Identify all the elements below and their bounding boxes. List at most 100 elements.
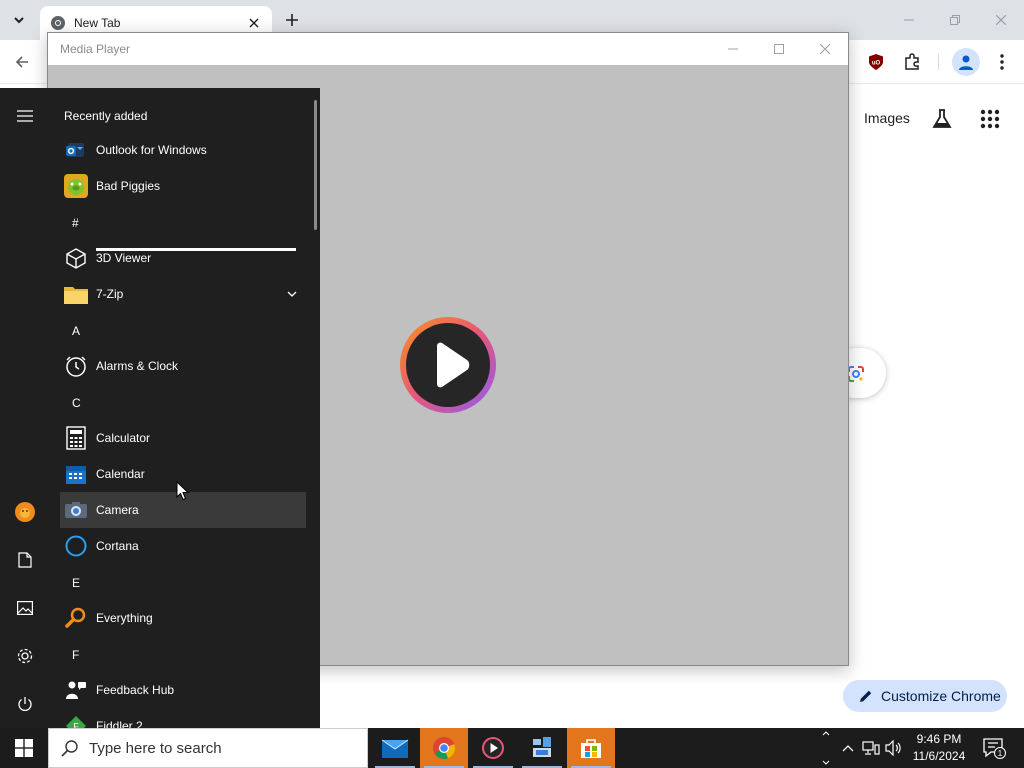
action-center-button[interactable]: 1: [982, 736, 1006, 760]
taskbar-clock[interactable]: 9:46 PM 11/6/2024: [910, 731, 968, 765]
app-cortana[interactable]: Cortana: [60, 528, 306, 564]
hamburger-menu-icon: [17, 110, 33, 122]
letter-header-c[interactable]: C: [72, 396, 81, 410]
power-button[interactable]: [0, 682, 50, 726]
chevron-up-icon: [822, 731, 830, 736]
app-list-scrollbar[interactable]: [314, 100, 317, 230]
media-player-minimize-button[interactable]: [710, 33, 756, 65]
settings-button[interactable]: [0, 634, 50, 678]
app-bad-piggies[interactable]: Bad Piggies: [60, 168, 306, 204]
bad-piggies-icon: [64, 174, 88, 198]
app-3d-viewer[interactable]: 3D Viewer: [60, 240, 306, 276]
document-icon: [18, 552, 32, 568]
clock-date: 11/6/2024: [912, 749, 966, 763]
recently-added-header: Recently added: [64, 109, 148, 123]
app-fiddler[interactable]: F Fiddler 2: [60, 708, 306, 728]
chevron-down-icon: [287, 291, 297, 297]
taskbar-microsoft-store[interactable]: [567, 728, 615, 768]
labs-flask-icon[interactable]: [930, 107, 954, 131]
plus-icon: [286, 14, 298, 26]
chrome-icon: [433, 737, 456, 759]
letter-header-f[interactable]: F: [72, 648, 79, 662]
start-expand-button[interactable]: [0, 94, 50, 138]
taskbar-scroll-arrows[interactable]: [820, 728, 832, 768]
tab-title: New Tab: [74, 16, 121, 30]
ublock-shield-icon: uO: [869, 54, 883, 70]
media-player-close-button[interactable]: [802, 33, 848, 65]
close-icon: [820, 44, 830, 54]
network-computer-icon: [533, 737, 551, 757]
app-7zip-folder[interactable]: 7-Zip: [60, 276, 306, 312]
app-label: 7-Zip: [96, 287, 124, 301]
windows-logo-icon: [15, 739, 33, 757]
user-avatar-icon: [15, 502, 35, 522]
customize-chrome-button[interactable]: Customize Chrome: [843, 680, 1007, 712]
three-dots-vertical-icon: [1000, 54, 1004, 70]
tab-search-button[interactable]: [6, 8, 32, 32]
images-link[interactable]: Images: [864, 110, 910, 126]
app-label: Feedback Hub: [96, 683, 175, 697]
minimize-icon: [904, 19, 914, 21]
taskbar-chrome[interactable]: [420, 728, 468, 768]
gear-icon: [17, 648, 33, 664]
close-window-button[interactable]: [978, 0, 1024, 40]
taskbar-mail[interactable]: [371, 728, 419, 768]
minimize-button[interactable]: [886, 0, 932, 40]
volume-tray-button[interactable]: [884, 738, 904, 758]
minimize-icon: [728, 48, 738, 50]
app-label: Alarms & Clock: [96, 359, 179, 373]
chrome-favicon-icon: [51, 16, 65, 30]
pictures-button[interactable]: [0, 586, 50, 630]
chrome-menu-button[interactable]: [990, 50, 1014, 74]
clock-time: 9:46 PM: [916, 732, 962, 746]
start-menu-rail: [0, 88, 50, 728]
mouse-cursor-icon: [176, 481, 190, 501]
letter-header-a[interactable]: A: [72, 324, 80, 338]
media-player-titlebar[interactable]: Media Player: [48, 33, 848, 65]
media-player-title: Media Player: [60, 42, 131, 56]
start-button[interactable]: [0, 728, 48, 768]
media-player-window-controls: [710, 33, 848, 65]
app-label: Calculator: [96, 431, 151, 445]
taskbar-search-box[interactable]: Type here to search: [48, 728, 368, 768]
folder-icon: [64, 282, 88, 306]
network-tray-button[interactable]: [861, 738, 881, 758]
close-icon: [996, 15, 1006, 25]
start-menu: Recently added Outlook for Windows Bad P…: [0, 88, 320, 728]
profile-avatar-button[interactable]: [952, 48, 980, 76]
extensions-button[interactable]: [900, 50, 924, 74]
google-apps-grid-icon[interactable]: [978, 107, 1002, 131]
documents-button[interactable]: [0, 538, 50, 582]
store-bag-icon: [581, 739, 601, 758]
restore-button[interactable]: [932, 0, 978, 40]
toolbar-divider: [938, 54, 939, 70]
taskbar: Type here to search 9:46 PM 11/6/2024 1: [0, 728, 1024, 768]
letter-header-hash[interactable]: #: [72, 216, 79, 230]
feedback-icon: [64, 678, 88, 702]
media-player-maximize-button[interactable]: [756, 33, 802, 65]
user-account-button[interactable]: [0, 490, 50, 534]
app-feedback-hub[interactable]: Feedback Hub: [60, 672, 306, 708]
app-label: 3D Viewer: [96, 251, 152, 265]
back-button[interactable]: [8, 48, 36, 76]
camera-icon: [64, 498, 88, 522]
app-outlook[interactable]: Outlook for Windows: [60, 132, 306, 168]
app-alarms-clock[interactable]: Alarms & Clock: [60, 348, 306, 384]
media-player-icon: [482, 737, 504, 759]
taskbar-media-player[interactable]: [469, 728, 517, 768]
app-calculator[interactable]: Calculator: [60, 420, 306, 456]
show-hidden-icons-button[interactable]: [838, 738, 858, 758]
ublock-extension-button[interactable]: uO: [866, 52, 886, 72]
calculator-icon: [64, 426, 88, 450]
google-lens-icon[interactable]: [846, 364, 866, 384]
app-everything[interactable]: Everything: [60, 600, 306, 636]
tab-close-button[interactable]: [246, 15, 262, 31]
fiddler-icon: F: [64, 714, 88, 728]
taskbar-remote-desktop[interactable]: [518, 728, 566, 768]
new-tab-button[interactable]: [280, 8, 304, 32]
arrow-left-icon: [15, 56, 28, 68]
app-label: Everything: [96, 611, 153, 625]
app-label: Cortana: [96, 539, 139, 553]
app-label: Camera: [96, 503, 139, 517]
letter-header-e[interactable]: E: [72, 576, 80, 590]
